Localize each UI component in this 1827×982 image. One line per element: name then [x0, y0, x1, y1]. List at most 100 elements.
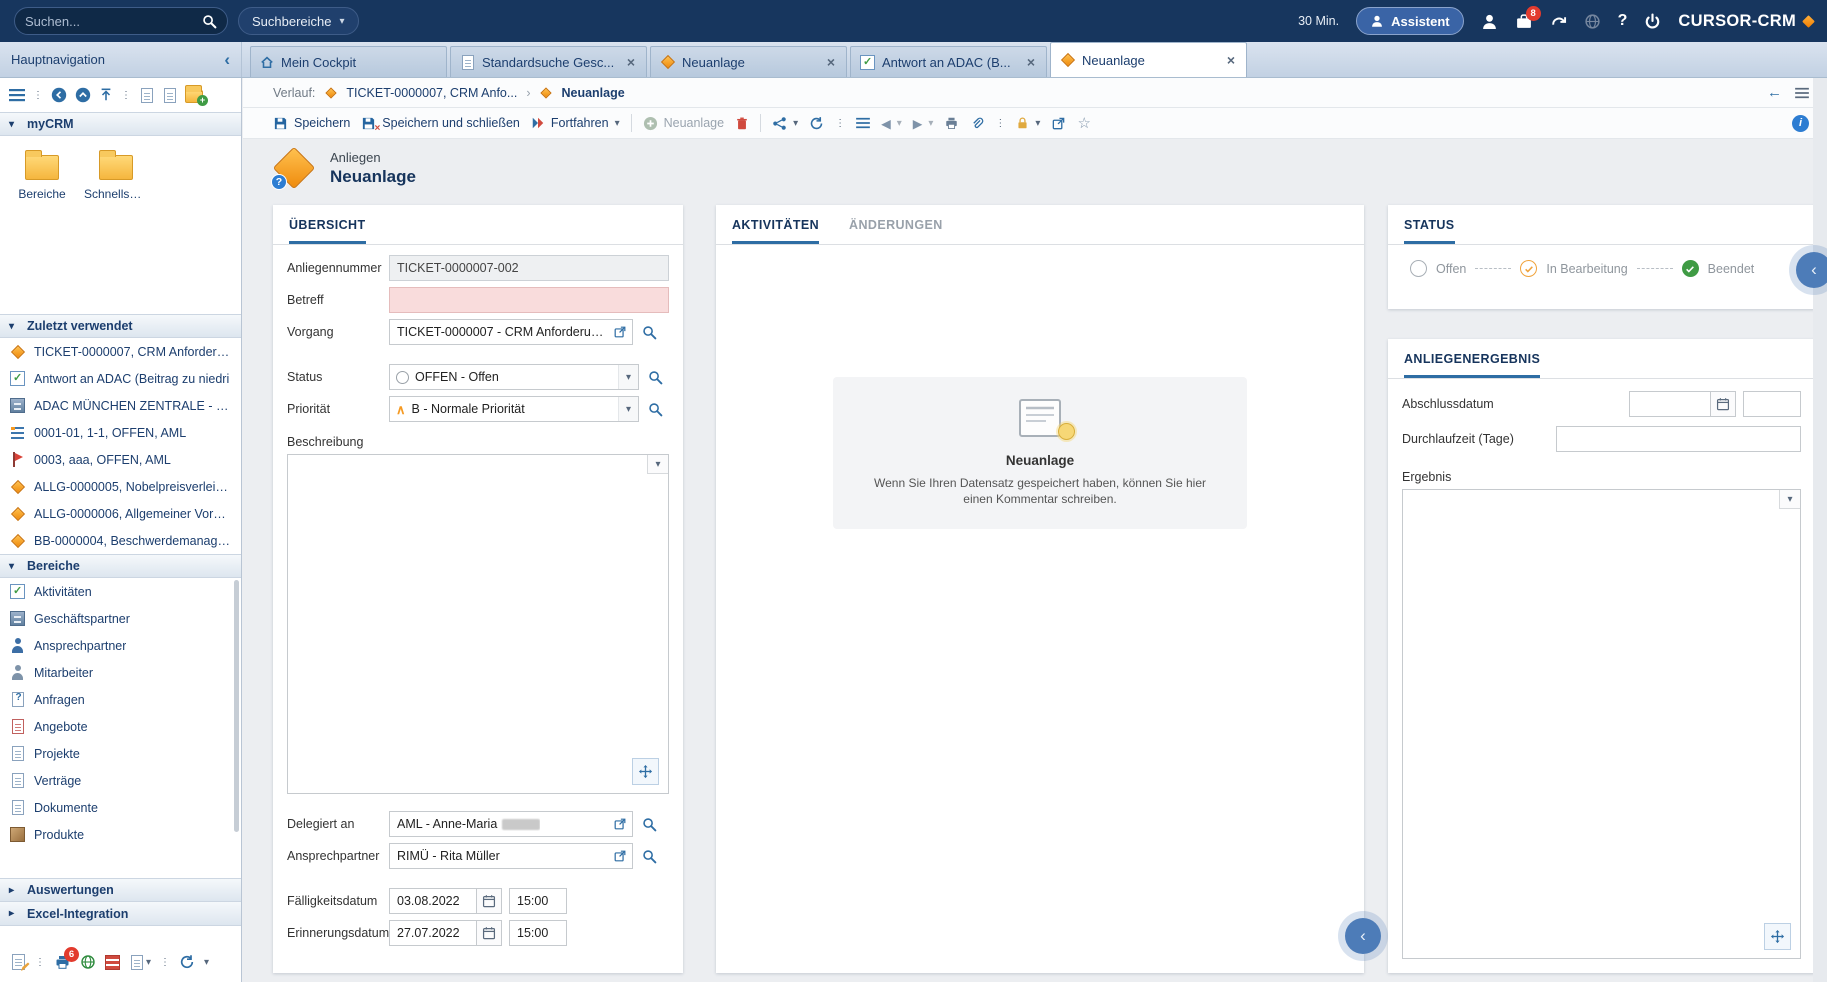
ergebnis-textarea[interactable]: ▾ [1402, 489, 1801, 959]
document-icon[interactable] [141, 88, 153, 103]
compose-note-icon[interactable] [10, 954, 26, 970]
menu-icon[interactable] [9, 88, 25, 102]
collapse-right-panel-handle[interactable]: ‹ [1796, 252, 1827, 288]
tab-antwort-adac[interactable]: Antwort an ADAC (B... × [850, 46, 1047, 77]
tab-anliegenergebnis[interactable]: ANLIEGENERGEBNIS [1404, 339, 1540, 378]
recent-item[interactable]: 0001-01, 1-1, OFFEN, AML [0, 419, 241, 446]
section-header-auswertungen[interactable]: ▸ Auswertungen [0, 878, 241, 902]
close-icon[interactable]: × [625, 54, 637, 70]
briefcase-icon[interactable]: 8 [1515, 13, 1533, 30]
breadcrumb-item-ticket[interactable]: TICKET-0000007, CRM Anfo... [346, 86, 517, 100]
nav-next-button[interactable]: ▶ ▾ [913, 116, 934, 131]
section-header-mycrm[interactable]: ▾ myCRM [0, 112, 241, 136]
close-icon[interactable]: × [825, 54, 837, 70]
help-icon[interactable]: ? [1618, 12, 1628, 30]
move-resize-icon[interactable] [1764, 923, 1791, 950]
tab-mein-cockpit[interactable]: Mein Cockpit [250, 46, 447, 77]
recent-item[interactable]: Antwort an ADAC (Beitrag zu niedri [0, 365, 241, 392]
chevron-down-icon[interactable]: ▾ [618, 365, 638, 389]
link-record-icon[interactable] [1051, 116, 1066, 131]
chevron-down-icon[interactable]: ▾ [615, 118, 620, 129]
recent-item[interactable]: ADAC MÜNCHEN ZENTRALE - INTE [0, 392, 241, 419]
status-select[interactable]: OFFEN - Offen ▾ [389, 364, 639, 390]
section-header-excel[interactable]: ▸ Excel-Integration [0, 902, 241, 926]
collapse-activities-panel-handle[interactable]: ‹ [1345, 918, 1381, 954]
copy-document-icon[interactable] [164, 88, 176, 103]
search-input[interactable] [25, 14, 196, 29]
due-date-input[interactable] [389, 888, 477, 914]
open-record-icon[interactable] [613, 817, 627, 831]
arrow-up-icon[interactable] [99, 88, 113, 102]
globe-icon[interactable] [1584, 13, 1601, 30]
section-header-areas[interactable]: ▾ Bereiche [0, 554, 241, 578]
recent-item[interactable]: ALLG-0000006, Allgemeiner Vorgan [0, 500, 241, 527]
search-icon[interactable] [642, 849, 657, 864]
lock-icon[interactable]: ▾ [1016, 116, 1040, 130]
calendar-icon[interactable] [477, 888, 502, 914]
attachment-icon[interactable] [970, 116, 984, 131]
collapse-sidebar-icon[interactable]: ‹ [224, 51, 230, 68]
chevron-down-icon[interactable]: ▾ [204, 957, 209, 968]
ansprechpartner-field[interactable]: RIMÜ - Rita Müller [389, 843, 633, 869]
sidebar-item-anfragen[interactable]: Anfragen [0, 686, 241, 713]
list-menu-icon[interactable] [856, 117, 870, 129]
global-search[interactable] [14, 7, 228, 35]
delegiert-field[interactable]: AML - Anne-Maria [389, 811, 633, 837]
sidebar-item-produkte[interactable]: Produkte [0, 821, 241, 848]
new-folder-icon[interactable]: + [185, 88, 203, 103]
favorite-star-icon[interactable]: ☆ [1077, 114, 1090, 132]
sidebar-scrollbar[interactable] [234, 580, 239, 832]
user-icon[interactable] [1481, 13, 1498, 30]
search-icon[interactable] [648, 402, 663, 417]
betreff-field[interactable] [389, 287, 669, 313]
save-button[interactable]: Speichern [273, 116, 350, 131]
chevron-down-icon[interactable]: ▾ [618, 397, 638, 421]
chevron-down-icon[interactable]: ▾ [1779, 490, 1800, 509]
recent-item[interactable]: TICKET-0000007, CRM Anforderung [0, 338, 241, 365]
tab-neuanlage-1[interactable]: Neuanlage × [650, 46, 847, 77]
tab-status[interactable]: STATUS [1404, 205, 1455, 244]
due-time-input[interactable] [509, 888, 567, 914]
history-menu-icon[interactable] [1795, 87, 1809, 99]
search-icon[interactable] [642, 817, 657, 832]
tab-aktivitaeten[interactable]: AKTIVITÄTEN [732, 205, 819, 244]
tab-standardsuche[interactable]: Standardsuche Gesc... × [450, 46, 647, 77]
open-record-icon[interactable] [613, 849, 627, 863]
section-header-recent[interactable]: ▾ Zuletzt verwendet [0, 314, 241, 338]
sidebar-item-dokumente[interactable]: Dokumente [0, 794, 241, 821]
sidebar-folder-bereiche[interactable]: Bereiche [8, 148, 76, 201]
durchlaufzeit-input[interactable] [1556, 426, 1801, 452]
print-icon[interactable] [944, 116, 959, 130]
report-doc-icon[interactable]: ▾ [129, 955, 151, 970]
move-resize-icon[interactable] [632, 758, 659, 785]
sidebar-item-mitarbeiter[interactable]: Mitarbeiter [0, 659, 241, 686]
sidebar-item-projekte[interactable]: Projekte [0, 740, 241, 767]
tab-uebersicht[interactable]: ÜBERSICHT [289, 205, 366, 244]
abschluss-time-input[interactable] [1743, 391, 1801, 417]
priority-select[interactable]: ∧ B - Normale Priorität ▾ [389, 396, 639, 422]
delete-icon[interactable] [735, 116, 749, 131]
beschreibung-textarea[interactable]: ▾ [287, 454, 669, 794]
search-icon[interactable] [642, 325, 657, 340]
logout-power-icon[interactable] [1644, 13, 1661, 30]
sidebar-item-ansprechpartner[interactable]: Ansprechpartner [0, 632, 241, 659]
open-record-icon[interactable] [613, 325, 627, 339]
close-icon[interactable]: × [1025, 54, 1037, 70]
recent-item[interactable]: 0003, aaa, OFFEN, AML [0, 446, 241, 473]
calendar-icon[interactable] [477, 920, 502, 946]
abschlussdatum-input[interactable] [1629, 391, 1711, 417]
search-icon[interactable] [202, 14, 217, 29]
info-icon[interactable]: i [1792, 115, 1809, 132]
reminder-date-input[interactable] [389, 920, 477, 946]
nav-previous-button[interactable]: ◀ ▾ [881, 116, 902, 131]
vorgang-field[interactable]: TICKET-0000007 - CRM Anforderung TICK... [389, 319, 633, 345]
sidebar-folder-schnellsuche[interactable]: Schnellsuc... [82, 148, 150, 201]
nav-back-circle-icon[interactable] [51, 87, 67, 103]
recent-item[interactable]: BB-0000004, Beschwerdemanagem [0, 527, 241, 554]
chevron-down-icon[interactable]: ▾ [647, 455, 668, 474]
share-icon[interactable]: ▾ [772, 116, 798, 131]
print-icon[interactable]: 6 [54, 954, 71, 970]
refresh-icon[interactable] [809, 116, 824, 131]
save-and-close-button[interactable]: × Speichern und schließen [361, 116, 520, 131]
close-icon[interactable]: × [1225, 52, 1237, 68]
